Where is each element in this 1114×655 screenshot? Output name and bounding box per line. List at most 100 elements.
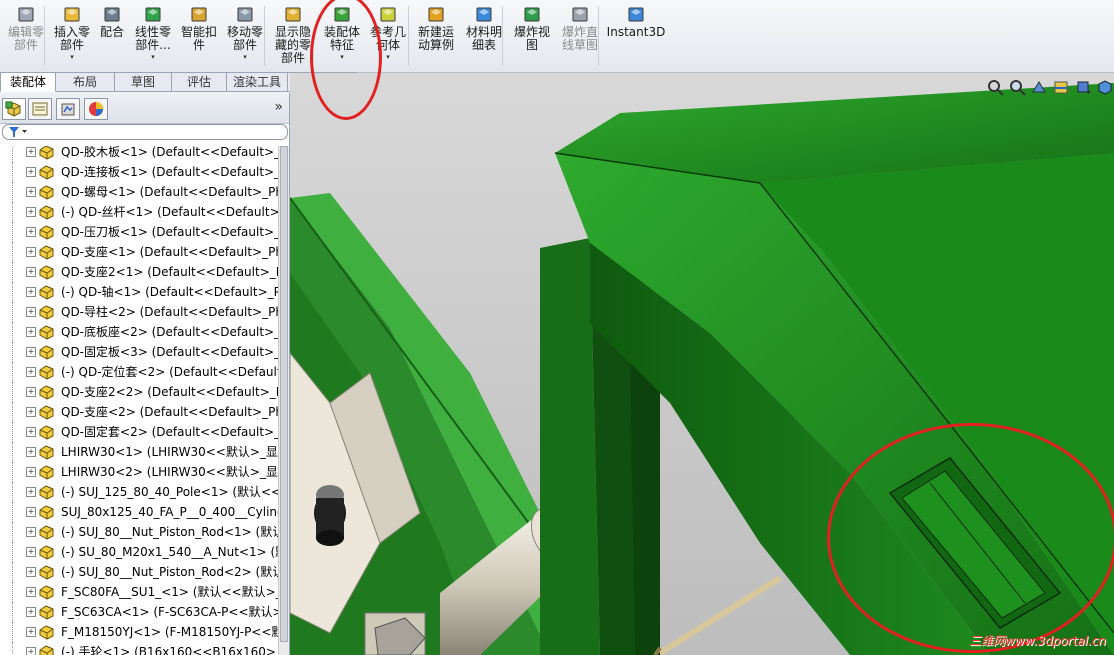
part-icon (39, 325, 54, 340)
tree-item[interactable]: + (-) 手轮<1> (B16x160<<B16x160>_显 (0, 642, 278, 655)
expand-icon[interactable]: + (26, 147, 36, 157)
dropdown-arrow-icon[interactable]: ▾ (243, 53, 247, 61)
insert-part-button[interactable]: 插入零 部件 ▾ (50, 4, 94, 70)
expand-icon[interactable]: + (26, 487, 36, 497)
section-view-icon[interactable] (1052, 78, 1070, 96)
expand-icon[interactable]: + (26, 207, 36, 217)
tab-2[interactable]: 草图 (115, 72, 172, 92)
view-orientation-icon[interactable] (1074, 78, 1092, 96)
tree-item[interactable]: + QD-支座2<1> (Default<<Default>_Ph (0, 262, 278, 282)
expand-icon[interactable]: + (26, 567, 36, 577)
tab-0[interactable]: 装配体 (0, 72, 56, 92)
tree-item[interactable]: + QD-支座2<2> (Default<<Default>_Ph (0, 382, 278, 402)
tree-item[interactable]: + (-) SUJ_80__Nut_Piston_Rod<2> (默认 (0, 562, 278, 582)
instant3d-button[interactable]: Instant3D (606, 4, 666, 70)
tree-item-label: QD-连接板<1> (Default<<Default>_P (61, 165, 278, 179)
edit-part-button[interactable]: 编辑零 部件 (4, 4, 48, 70)
part-icon (39, 365, 54, 380)
tree-item[interactable]: + (-) SU_80_M20x1_540__A_Nut<1> (默 (0, 542, 278, 562)
tree-item[interactable]: + QD-底板座<2> (Default<<Default>_P (0, 322, 278, 342)
tree-item[interactable]: + (-) QD-丝杆<1> (Default<<Default>_ (0, 202, 278, 222)
expand-icon[interactable]: + (26, 587, 36, 597)
filter-funnel-icon[interactable] (7, 125, 29, 139)
tree-connector (12, 162, 14, 182)
show-hidden-button[interactable]: 显示隐 藏的零 部件 (270, 4, 316, 70)
tree-item[interactable]: + QD-固定套<2> (Default<<Default>_P (0, 422, 278, 442)
dropdown-arrow-icon[interactable]: ▾ (70, 53, 74, 61)
expand-icon[interactable]: + (26, 447, 36, 457)
tree-item[interactable]: + LHIRW30<2> (LHIRW30<<默认>_显示 (0, 462, 278, 482)
tab-1[interactable]: 布局 (56, 72, 115, 92)
expand-icon[interactable]: + (26, 347, 36, 357)
expand-icon[interactable]: + (26, 387, 36, 397)
dropdown-arrow-icon[interactable]: ▾ (340, 53, 344, 61)
mate-button[interactable]: 配合 (96, 4, 128, 70)
expand-icon[interactable]: + (26, 367, 36, 377)
feature-manager-tab[interactable] (2, 98, 26, 120)
expand-icon[interactable]: + (26, 607, 36, 617)
tree-item[interactable]: + QD-导柱<2> (Default<<Default>_Pho (0, 302, 278, 322)
linear-pattern-button[interactable]: 线性零 部件... ▾ (130, 4, 176, 70)
tree-item[interactable]: + SUJ_80x125_40_FA_P__0_400__Cylinde (0, 502, 278, 522)
move-part-button[interactable]: 移动零 部件 ▾ (222, 4, 268, 70)
tree-item[interactable]: + QD-压刀板<1> (Default<<Default>_P (0, 222, 278, 242)
tree-item[interactable]: + QD-连接板<1> (Default<<Default>_P (0, 162, 278, 182)
tree-item[interactable]: + (-) QD-定位套<2> (Default<<Default (0, 362, 278, 382)
tree-item[interactable]: + F_SC63CA<1> (F-SC63CA-P<<默认>_ (0, 602, 278, 622)
assembly-model-view[interactable] (290, 73, 1114, 655)
tree-item[interactable]: + F_M18150YJ<1> (F-M18150YJ-P<<默 (0, 622, 278, 642)
previous-view-icon[interactable] (1030, 78, 1048, 96)
expand-icon[interactable]: + (26, 507, 36, 517)
tree-filter-input[interactable] (2, 124, 288, 140)
tree-scrollbar[interactable] (278, 146, 289, 655)
smart-fastener-button[interactable]: 智能扣 件 (178, 4, 220, 70)
tree-item[interactable]: + QD-支座<1> (Default<<Default>_Pho (0, 242, 278, 262)
exploded-view-button[interactable]: 爆炸视 图 (510, 4, 554, 70)
expand-icon[interactable]: + (26, 547, 36, 557)
display-manager-tab[interactable] (84, 98, 108, 120)
graphics-viewport[interactable]: 三维网www.3dportal.cn (290, 73, 1114, 655)
tree-item[interactable]: + QD-支座<2> (Default<<Default>_Pho (0, 402, 278, 422)
display-style-icon[interactable] (1096, 78, 1114, 96)
tree-item[interactable]: + LHIRW30<1> (LHIRW30<<默认>_显示 (0, 442, 278, 462)
assembly-feature-button[interactable]: 装配体 特征 ▾ (318, 4, 366, 70)
expand-icon[interactable]: + (26, 467, 36, 477)
dropdown-arrow-icon[interactable]: ▾ (151, 53, 155, 61)
configuration-manager-tab[interactable] (56, 98, 80, 120)
expand-icon[interactable]: + (26, 627, 36, 637)
expand-icon[interactable]: + (26, 427, 36, 437)
property-manager-tab[interactable] (28, 98, 52, 120)
tree-item[interactable]: + (-) QD-轴<1> (Default<<Default>_Ph (0, 282, 278, 302)
tree-item[interactable]: + F_SC80FA__SU1_<1> (默认<<默认>_显 (0, 582, 278, 602)
expand-icon[interactable]: + (26, 647, 36, 655)
zoom-to-area-icon[interactable] (1008, 78, 1026, 96)
tree-item[interactable]: + QD-胶木板<1> (Default<<Default>_P (0, 146, 278, 162)
tree-item[interactable]: + (-) SUJ_125_80_40_Pole<1> (默认<<默 (0, 482, 278, 502)
expand-icon[interactable]: + (26, 287, 36, 297)
ref-geometry-button[interactable]: 参考几 何体 ▾ (366, 4, 410, 70)
new-motion-button[interactable]: 新建运 动算例 (414, 4, 458, 70)
tab-4[interactable]: 渲染工具 (227, 72, 288, 92)
tree-item-label: LHIRW30<1> (LHIRW30<<默认>_显示 (61, 445, 278, 459)
zoom-to-fit-icon[interactable] (986, 78, 1004, 96)
expand-icon[interactable]: + (26, 407, 36, 417)
bom-button[interactable]: 材料明 细表 (462, 4, 506, 70)
expand-icon[interactable]: + (26, 527, 36, 537)
tree-item-label: F_SC63CA<1> (F-SC63CA-P<<默认>_ (61, 605, 278, 619)
expand-icon[interactable]: + (26, 307, 36, 317)
panel-collapse-icon[interactable]: » (274, 99, 283, 115)
scrollbar-thumb[interactable] (280, 146, 288, 642)
expand-icon[interactable]: + (26, 187, 36, 197)
tree-item-label: QD-胶木板<1> (Default<<Default>_P (61, 146, 278, 159)
tree-item[interactable]: + (-) SUJ_80__Nut_Piston_Rod<1> (默认 (0, 522, 278, 542)
expand-icon[interactable]: + (26, 247, 36, 257)
expand-icon[interactable]: + (26, 227, 36, 237)
expand-icon[interactable]: + (26, 267, 36, 277)
expand-icon[interactable]: + (26, 167, 36, 177)
dropdown-arrow-icon[interactable]: ▾ (386, 53, 390, 61)
tree-item[interactable]: + QD-螺母<1> (Default<<Default>_Pho (0, 182, 278, 202)
explode-line-button[interactable]: 爆炸直 线草图 (558, 4, 602, 70)
tab-3[interactable]: 评估 (172, 72, 227, 92)
tree-item[interactable]: + QD-固定板<3> (Default<<Default>_P (0, 342, 278, 362)
expand-icon[interactable]: + (26, 327, 36, 337)
